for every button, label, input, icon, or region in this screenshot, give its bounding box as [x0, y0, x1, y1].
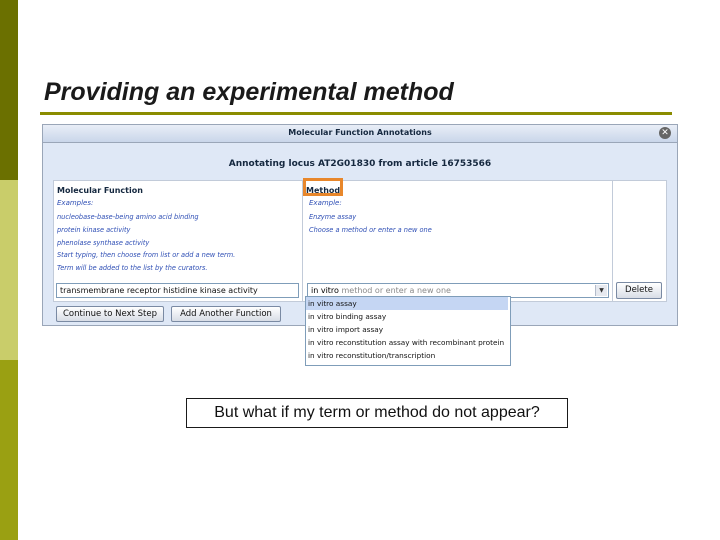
example-item: Choose a method or enter a new one: [309, 225, 432, 234]
decor-bar-top: [0, 0, 18, 180]
question-callout: But what if my term or method do not app…: [186, 398, 568, 428]
chevron-down-icon[interactable]: ▼: [595, 285, 607, 296]
method-examples-label: Example:: [309, 199, 342, 207]
example-item: nucleobase-base-being amino acid binding: [57, 213, 199, 221]
molecular-function-column: Molecular Function Examples: nucleobase-…: [54, 181, 303, 301]
delete-button[interactable]: Delete: [616, 282, 662, 299]
example-item: phenolase synthase activity: [57, 238, 150, 247]
molecular-function-examples-label: Examples:: [57, 199, 94, 207]
dropdown-option[interactable]: in vitro assay: [306, 297, 508, 310]
method-typed-text: in vitro: [311, 286, 339, 295]
close-icon[interactable]: ✕: [659, 127, 671, 139]
dialog-titlebar: Molecular Function Annotations ✕: [43, 125, 677, 143]
example-item: protein kinase activity: [57, 225, 131, 234]
example-item: Start typing, then choose from list or a…: [57, 251, 236, 260]
dropdown-option[interactable]: in vitro import assay: [306, 323, 508, 336]
example-item: Term will be added to the list by the cu…: [57, 264, 208, 273]
example-item: Enzyme assay: [309, 213, 357, 221]
delete-column: Delete: [613, 181, 665, 301]
dropdown-option[interactable]: in vitro binding assay: [306, 310, 508, 323]
dialog-title: Molecular Function Annotations: [288, 128, 432, 137]
molecular-function-input[interactable]: transmembrane receptor histidine kinase …: [56, 283, 299, 298]
molecular-function-header: Molecular Function: [57, 186, 143, 195]
decor-bar-middle: [0, 180, 18, 360]
method-column: Method Example: Enzyme assay Choose a me…: [303, 181, 613, 301]
method-placeholder: method or enter a new one: [341, 286, 451, 295]
molecular-function-examples: nucleobase-base-being amino acid binding…: [57, 211, 235, 275]
title-divider: [40, 112, 672, 115]
decor-bar-bottom: [0, 360, 18, 540]
annotation-table: Molecular Function Examples: nucleobase-…: [53, 178, 667, 302]
method-dropdown: in vitro assay in vitro binding assay in…: [305, 296, 511, 366]
method-highlight-box: [303, 178, 343, 196]
annotation-heading: Annotating locus AT2G01830 from article …: [228, 159, 492, 169]
add-function-button[interactable]: Add Another Function: [171, 306, 281, 322]
dropdown-option[interactable]: in vitro reconstitution assay with recom…: [306, 336, 508, 349]
continue-button[interactable]: Continue to Next Step: [56, 306, 164, 322]
method-examples: Enzyme assay Choose a method or enter a …: [309, 211, 432, 237]
dropdown-option[interactable]: in vitro reconstitution/transcription: [306, 349, 508, 362]
slide-title: Providing an experimental method: [44, 78, 454, 106]
